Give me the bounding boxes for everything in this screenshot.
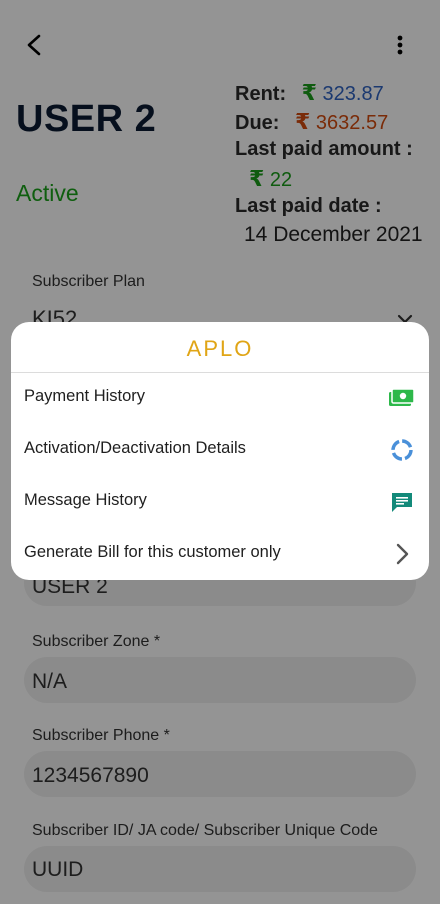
aplo-logo: APLO (11, 334, 429, 364)
menu-item-label: Message History (24, 491, 147, 509)
message-icon (389, 489, 415, 515)
logo-text: APLO (186, 336, 254, 361)
menu-item-activation-details[interactable]: Activation/Deactivation Details (11, 424, 429, 476)
menu-item-generate-bill[interactable]: Generate Bill for this customer only (11, 528, 429, 580)
chevron-right-icon (389, 541, 415, 567)
menu-item-label: Activation/Deactivation Details (24, 439, 246, 457)
menu-item-label: Generate Bill for this customer only (24, 543, 281, 561)
menu-item-message-history[interactable]: Message History (11, 476, 429, 528)
cash-icon (389, 385, 415, 411)
progress-ring-icon (389, 437, 415, 463)
menu-item-label: Payment History (24, 387, 146, 405)
options-dialog: APLO Payment History Activation/Deactiva… (11, 322, 429, 580)
menu-item-payment-history[interactable]: Payment History (11, 372, 429, 424)
